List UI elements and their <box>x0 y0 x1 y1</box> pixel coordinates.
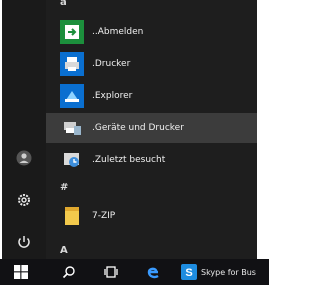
devices-printers-icon <box>60 116 84 140</box>
task-view-icon[interactable] <box>100 259 122 285</box>
app-item-7zip[interactable]: 7-ZIP <box>46 201 257 231</box>
app-item-zuletzt-besucht[interactable]: .Zuletzt besucht <box>46 145 257 175</box>
app-label-abmelden: ..Abmelden <box>92 27 144 37</box>
app-item-drucker[interactable]: .Drucker <box>46 49 257 79</box>
gear-icon[interactable] <box>14 190 34 210</box>
app-label-explorer: .Explorer <box>92 91 133 101</box>
taskbar: S Skype for Bus <box>0 259 269 285</box>
app-label-zuletzt-besucht: .Zuletzt besucht <box>92 155 166 165</box>
apps-list: a ..Abmelden .Drucker .Explorer .Geräte … <box>46 0 257 259</box>
explorer-icon <box>60 84 84 108</box>
group-header-a[interactable]: a <box>60 0 67 8</box>
app-label-7zip: 7-ZIP <box>92 211 116 221</box>
recent-icon <box>60 148 84 172</box>
app-item-geraete-und-drucker[interactable]: .Geräte und Drucker <box>46 113 257 143</box>
logout-arrow-icon <box>60 20 84 44</box>
group-header-hash[interactable]: # <box>60 182 68 193</box>
app-item-explorer[interactable]: .Explorer <box>46 81 257 111</box>
skype-label: Skype for Bus <box>201 267 256 277</box>
group-header-A[interactable]: A <box>60 245 68 256</box>
svg-text:S: S <box>185 267 192 279</box>
user-icon[interactable] <box>14 148 34 168</box>
printer-icon <box>60 52 84 76</box>
start-menu-left-rail <box>2 0 46 259</box>
edge-icon[interactable] <box>141 259 165 285</box>
start-menu: a ..Abmelden .Drucker .Explorer .Geräte … <box>2 0 257 259</box>
windows-start-icon[interactable] <box>10 259 32 285</box>
folder-icon <box>60 204 84 228</box>
power-icon[interactable] <box>14 232 34 252</box>
desktop-screen: a ..Abmelden .Drucker .Explorer .Geräte … <box>0 0 269 285</box>
app-label-drucker: .Drucker <box>92 59 131 69</box>
skype-icon: S <box>181 264 197 280</box>
app-label-geraete-und-drucker: .Geräte und Drucker <box>92 123 184 133</box>
search-icon[interactable] <box>58 259 80 285</box>
app-item-abmelden[interactable]: ..Abmelden <box>46 17 257 47</box>
skype-for-business-taskbar-button[interactable]: S Skype for Bus <box>181 259 267 285</box>
